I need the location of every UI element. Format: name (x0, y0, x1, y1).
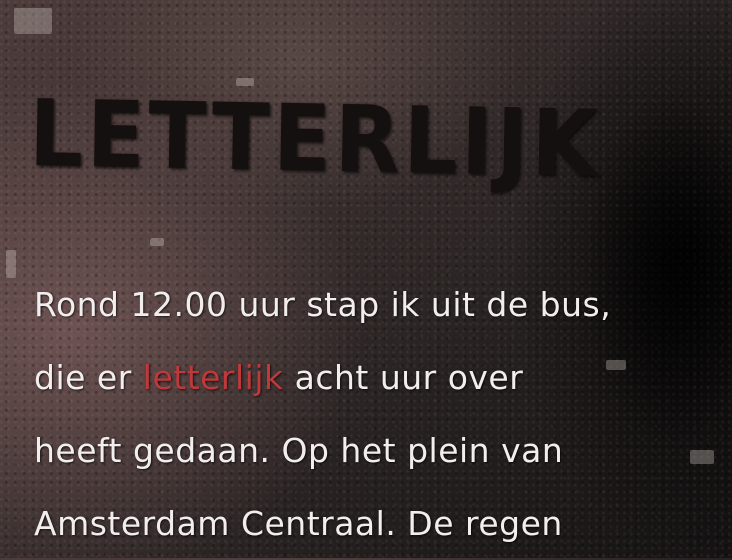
story-line-2: die er letterlijk acht uur over (34, 341, 694, 414)
story-line-3: heeft gedaan. Op het plein van (34, 431, 564, 470)
debris-speck (14, 8, 52, 34)
story-line-2-start: die er (34, 358, 143, 397)
story-paragraph: Rond 12.00 uur stap ik uit de bus, die e… (34, 268, 694, 560)
page-title: LETTERLIJK (28, 80, 602, 198)
debris-speck (6, 250, 16, 278)
story-line-1: Rond 12.00 uur stap ik uit de bus, (34, 285, 612, 324)
highlighted-word: letterlijk (142, 358, 284, 397)
story-line-2-end: acht uur over (283, 358, 524, 397)
story-line-4: Amsterdam Centraal. De regen (34, 504, 563, 543)
debris-speck (150, 238, 164, 246)
